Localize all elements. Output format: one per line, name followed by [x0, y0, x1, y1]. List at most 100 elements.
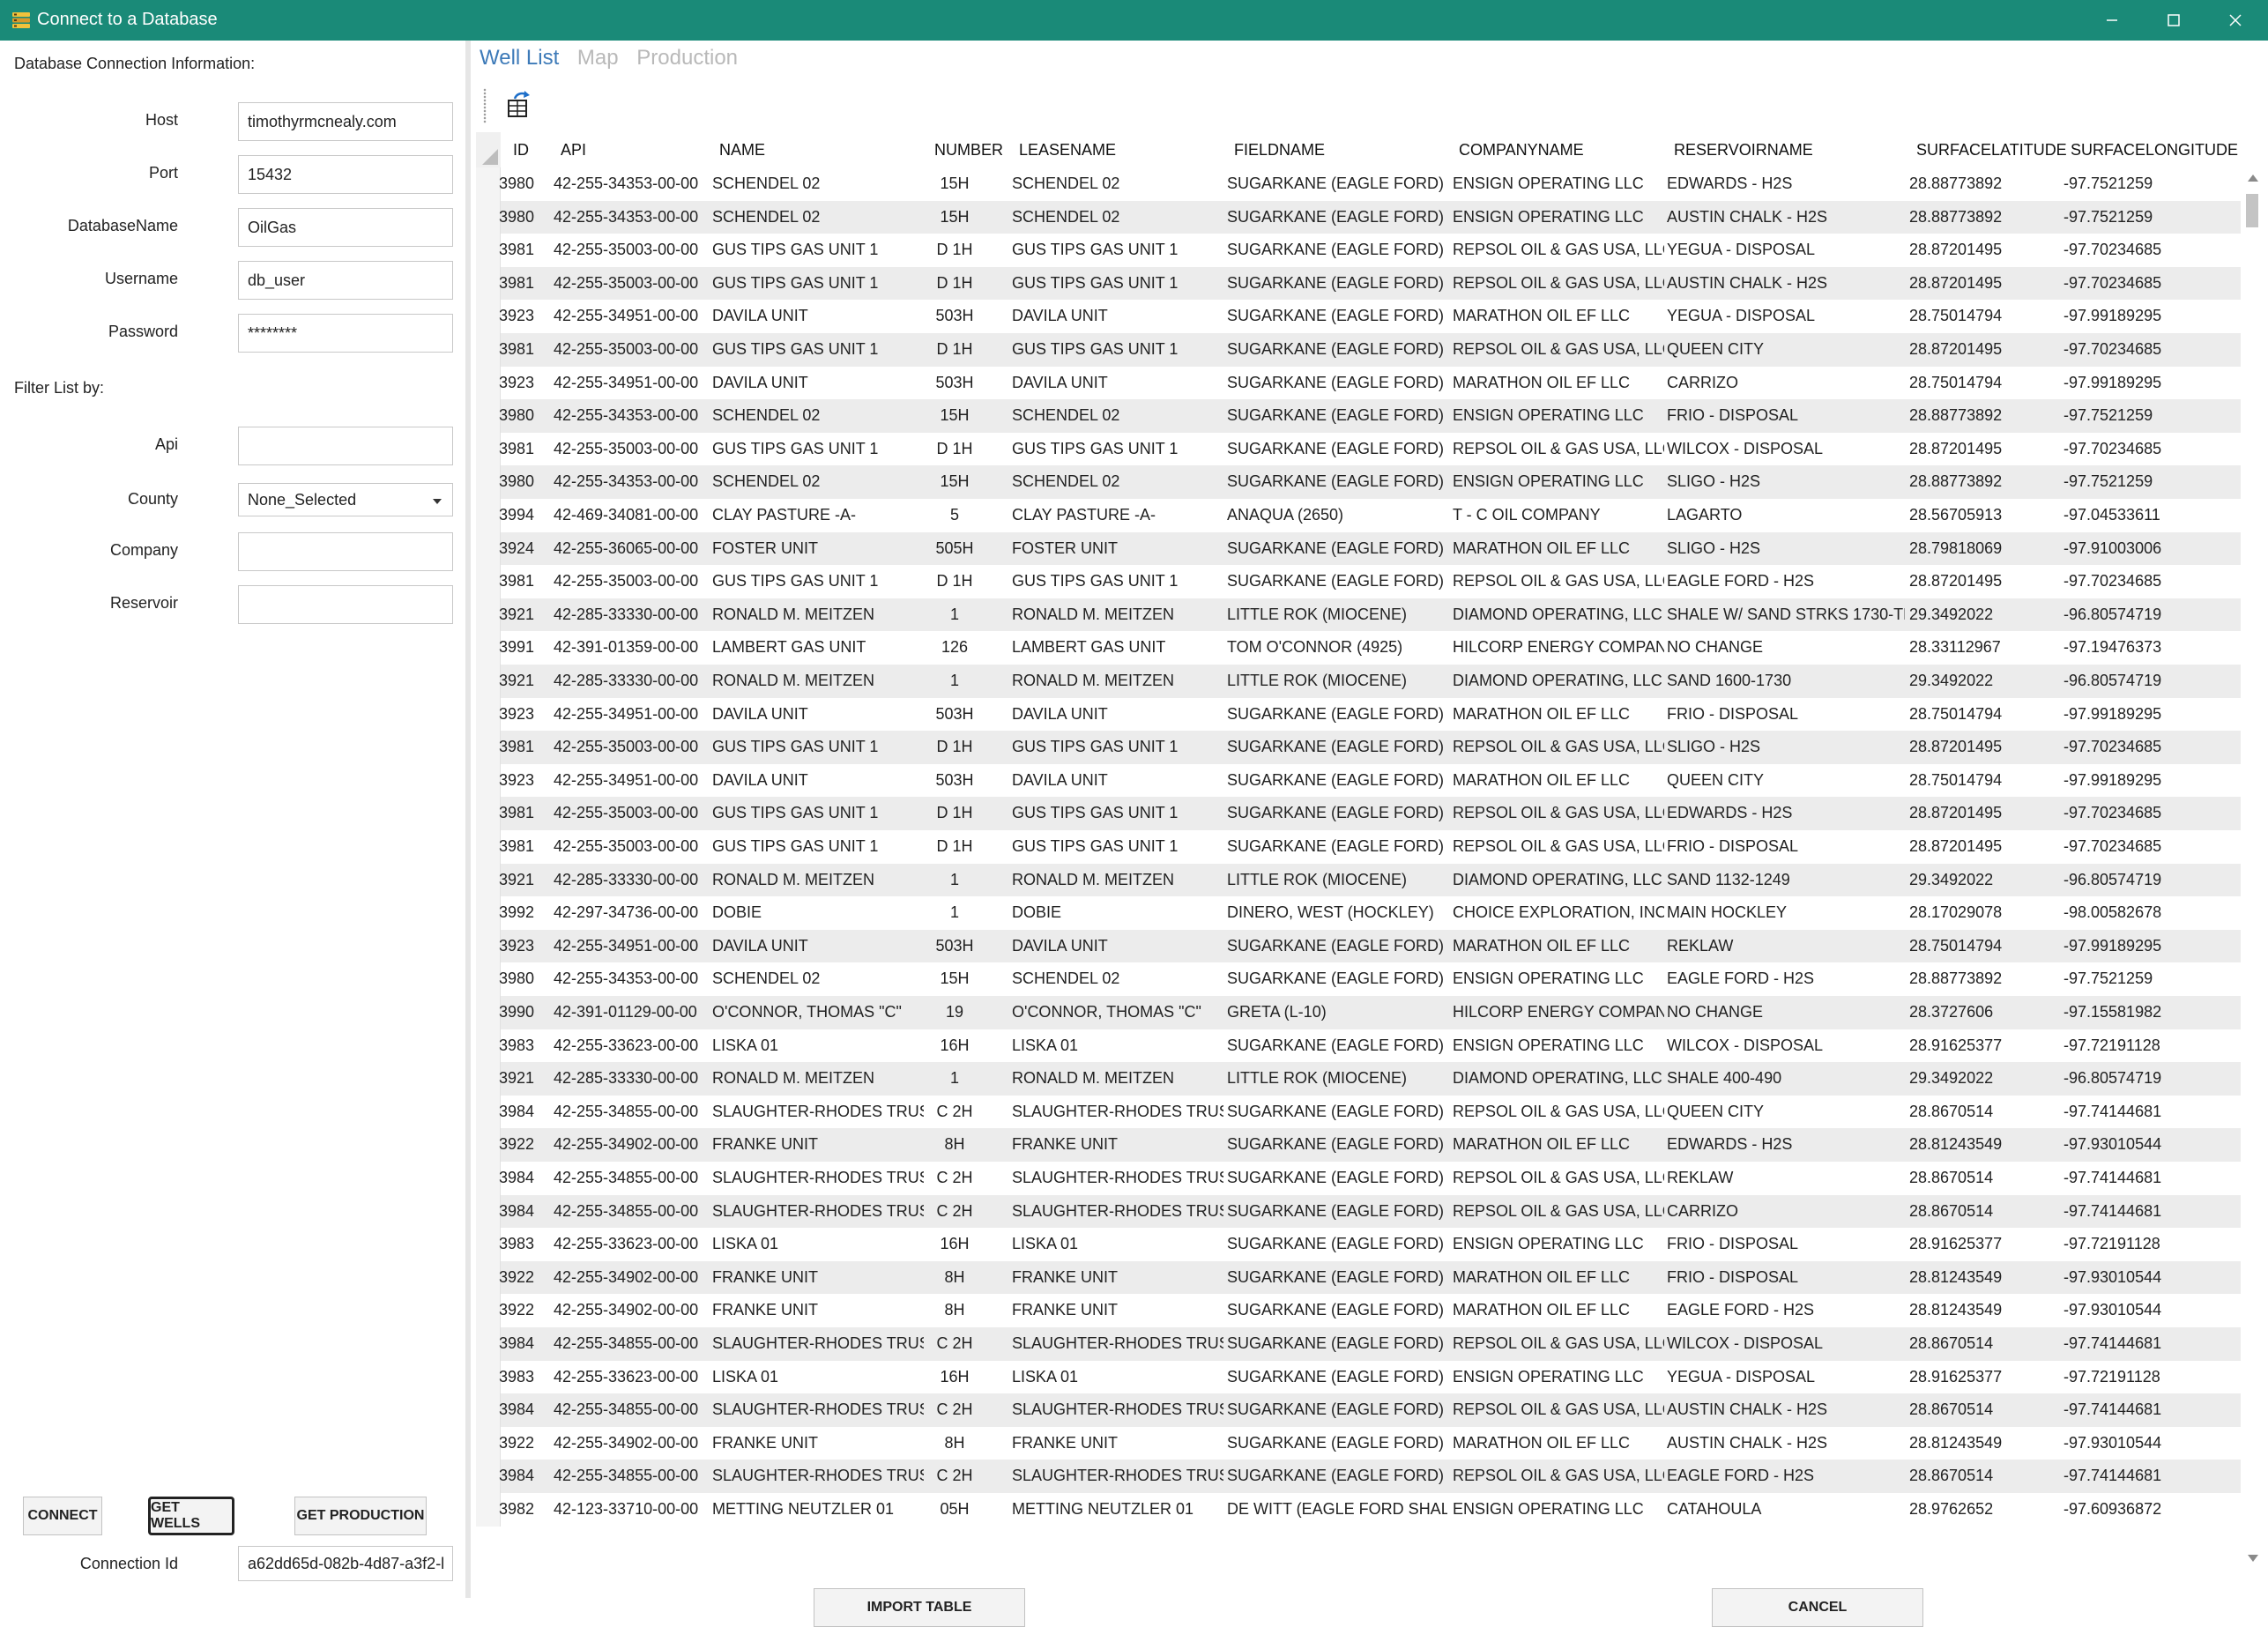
table-cell-surfacelongitude[interactable]: -97.74144681 [2064, 1096, 2240, 1129]
table-cell-number[interactable]: 8H [924, 1294, 985, 1327]
table-cell-name[interactable]: SCHENDEL 02 [712, 399, 924, 433]
table-cell-leasename[interactable]: METTING NEUTZLER 01 [1012, 1493, 1223, 1527]
table-cell-surfacelongitude[interactable]: -97.7521259 [2064, 465, 2240, 499]
table-row[interactable]: 3923 42-255-34951-00-00 DAVILA UNIT 503H DAV… [476, 697, 2241, 732]
table-cell-fieldname[interactable]: SUGARKANE (EAGLE FORD) [1227, 1261, 1447, 1295]
table-cell-id[interactable]: 3922 [499, 1261, 552, 1295]
table-cell-name[interactable]: SLAUGHTER-RHODES TRUST [712, 1460, 924, 1493]
table-cell-reservoirname[interactable]: QUEEN CITY [1667, 1096, 1905, 1129]
table-cell-id[interactable]: 3922 [499, 1128, 552, 1162]
table-cell-companyname[interactable]: ENSIGN OPERATING LLC [1453, 465, 1664, 499]
table-row[interactable]: 3984 42-255-34855-00-00 SLAUGHTER-RHODES T… [476, 1162, 2241, 1195]
table-cell-api[interactable]: 42-255-35003-00-00 [554, 830, 712, 864]
table-cell-api[interactable]: 42-255-34855-00-00 [554, 1327, 712, 1361]
table-cell-companyname[interactable]: DIAMOND OPERATING, LLC [1453, 864, 1664, 897]
table-cell-surfacelongitude[interactable]: -97.72191128 [2064, 1029, 2240, 1063]
table-cell-number[interactable]: 1 [924, 864, 985, 897]
row-header[interactable] [476, 1260, 501, 1295]
table-cell-id[interactable]: 3923 [499, 300, 552, 333]
row-header[interactable] [476, 797, 501, 830]
table-cell-reservoirname[interactable]: FRIO - DISPOSAL [1667, 1261, 1905, 1295]
table-cell-fieldname[interactable]: LITTLE ROK (MIOCENE) [1227, 1062, 1447, 1096]
table-cell-surfacelatitude[interactable]: 28.75014794 [1909, 698, 2059, 732]
row-header[interactable] [476, 1162, 501, 1195]
table-cell-name[interactable]: RONALD M. MEITZEN [712, 1062, 924, 1096]
table-cell-id[interactable]: 3981 [499, 234, 552, 267]
table-cell-companyname[interactable]: MARATHON OIL EF LLC [1453, 532, 1664, 566]
table-cell-number[interactable]: D 1H [924, 830, 985, 864]
table-cell-companyname[interactable]: REPSOL OIL & GAS USA, LLC [1453, 333, 1664, 367]
table-cell-fieldname[interactable]: TOM O'CONNOR (4925) [1227, 631, 1447, 665]
table-cell-number[interactable]: 126 [924, 631, 985, 665]
table-cell-name[interactable]: SCHENDEL 02 [712, 962, 924, 996]
table-cell-surfacelatitude[interactable]: 28.81243549 [1909, 1294, 2059, 1327]
table-cell-reservoirname[interactable]: FRIO - DISPOSAL [1667, 830, 1905, 864]
table-cell-number[interactable]: 8H [924, 1427, 985, 1460]
table-cell-fieldname[interactable]: DINERO, WEST (HOCKLEY) [1227, 896, 1447, 930]
table-cell-surfacelatitude[interactable]: 28.88773892 [1909, 167, 2059, 201]
table-cell-api[interactable]: 42-285-33330-00-00 [554, 598, 712, 632]
table-cell-companyname[interactable]: MARATHON OIL EF LLC [1453, 1294, 1664, 1327]
table-cell-leasename[interactable]: O'CONNOR, THOMAS "C" [1012, 996, 1223, 1029]
table-cell-api[interactable]: 42-123-33710-00-00 [554, 1493, 712, 1527]
table-cell-companyname[interactable]: REPSOL OIL & GAS USA, LLC [1453, 1162, 1664, 1195]
table-cell-number[interactable]: 1 [924, 598, 985, 632]
table-cell-surfacelatitude[interactable]: 28.79818069 [1909, 532, 2059, 566]
table-cell-companyname[interactable]: ENSIGN OPERATING LLC [1453, 1228, 1664, 1261]
table-cell-fieldname[interactable]: SUGARKANE (EAGLE FORD) [1227, 267, 1447, 301]
table-cell-surfacelongitude[interactable]: -97.70234685 [2064, 731, 2240, 764]
table-cell-leasename[interactable]: CLAY PASTURE -A- [1012, 499, 1223, 532]
table-cell-api[interactable]: 42-255-34951-00-00 [554, 367, 712, 400]
table-cell-leasename[interactable]: FRANKE UNIT [1012, 1294, 1223, 1327]
table-cell-leasename[interactable]: GUS TIPS GAS UNIT 1 [1012, 333, 1223, 367]
table-cell-leasename[interactable]: DAVILA UNIT [1012, 367, 1223, 400]
row-header[interactable] [476, 863, 501, 897]
table-cell-surfacelongitude[interactable]: -97.74144681 [2064, 1393, 2240, 1427]
row-header[interactable] [476, 333, 501, 367]
table-row[interactable]: 3980 42-255-34353-00-00 SCHENDEL 02 15H SCHE… [476, 399, 2241, 433]
table-cell-fieldname[interactable]: SUGARKANE (EAGLE FORD) [1227, 465, 1447, 499]
table-cell-surfacelatitude[interactable]: 29.3492022 [1909, 665, 2059, 698]
tab-map[interactable]: Map [577, 46, 619, 71]
table-cell-surfacelatitude[interactable]: 28.8670514 [1909, 1393, 2059, 1427]
cancel-button[interactable]: CANCEL [1712, 1588, 1923, 1627]
column-header-companyname[interactable]: COMPANYNAME [1459, 132, 1584, 167]
table-cell-companyname[interactable]: ENSIGN OPERATING LLC [1453, 962, 1664, 996]
table-cell-surfacelongitude[interactable]: -97.19476373 [2064, 631, 2240, 665]
table-row[interactable]: 3922 42-255-34902-00-00 FRANKE UNIT 8H FRANK… [476, 1128, 2241, 1162]
table-cell-name[interactable]: GUS TIPS GAS UNIT 1 [712, 797, 924, 830]
table-cell-surfacelongitude[interactable]: -97.93010544 [2064, 1294, 2240, 1327]
row-header[interactable] [476, 531, 501, 566]
table-cell-api[interactable]: 42-255-34951-00-00 [554, 930, 712, 963]
table-cell-surfacelongitude[interactable]: -96.80574719 [2064, 864, 2240, 897]
table-cell-reservoirname[interactable]: AUSTIN CHALK - H2S [1667, 1393, 1905, 1427]
table-cell-leasename[interactable]: SLAUGHTER-RHODES TRUST [1012, 1393, 1223, 1427]
table-cell-api[interactable]: 42-255-35003-00-00 [554, 267, 712, 301]
table-cell-number[interactable]: 5 [924, 499, 985, 532]
table-cell-leasename[interactable]: GUS TIPS GAS UNIT 1 [1012, 433, 1223, 466]
table-cell-reservoirname[interactable]: SLIGO - H2S [1667, 465, 1905, 499]
row-header[interactable] [476, 763, 501, 798]
table-cell-api[interactable]: 42-255-36065-00-00 [554, 532, 712, 566]
table-cell-name[interactable]: SLAUGHTER-RHODES TRUST [712, 1096, 924, 1129]
table-cell-companyname[interactable]: REPSOL OIL & GAS USA, LLC [1453, 433, 1664, 466]
table-cell-number[interactable]: 503H [924, 930, 985, 963]
table-row[interactable]: 3981 42-255-35003-00-00 GUS TIPS GAS UNIT … [476, 432, 2241, 466]
row-header[interactable] [476, 300, 501, 333]
table-cell-fieldname[interactable]: LITTLE ROK (MIOCENE) [1227, 665, 1447, 698]
table-cell-fieldname[interactable]: LITTLE ROK (MIOCENE) [1227, 864, 1447, 897]
table-cell-id[interactable]: 3981 [499, 333, 552, 367]
table-cell-fieldname[interactable]: SUGARKANE (EAGLE FORD) [1227, 1228, 1447, 1261]
table-cell-api[interactable]: 42-255-33623-00-00 [554, 1029, 712, 1063]
table-cell-leasename[interactable]: DAVILA UNIT [1012, 698, 1223, 732]
table-cell-id[interactable]: 3984 [499, 1393, 552, 1427]
table-cell-id[interactable]: 3980 [499, 201, 552, 234]
table-cell-reservoirname[interactable]: SHALE W/ SAND STRKS 1730-TD [1667, 598, 1905, 632]
row-header[interactable] [476, 499, 501, 532]
table-cell-fieldname[interactable]: SUGARKANE (EAGLE FORD) [1227, 1294, 1447, 1327]
table-cell-number[interactable]: C 2H [924, 1327, 985, 1361]
table-cell-number[interactable]: 503H [924, 367, 985, 400]
table-cell-api[interactable]: 42-285-33330-00-00 [554, 864, 712, 897]
table-cell-companyname[interactable]: MARATHON OIL EF LLC [1453, 764, 1664, 798]
row-header[interactable] [476, 1426, 501, 1460]
